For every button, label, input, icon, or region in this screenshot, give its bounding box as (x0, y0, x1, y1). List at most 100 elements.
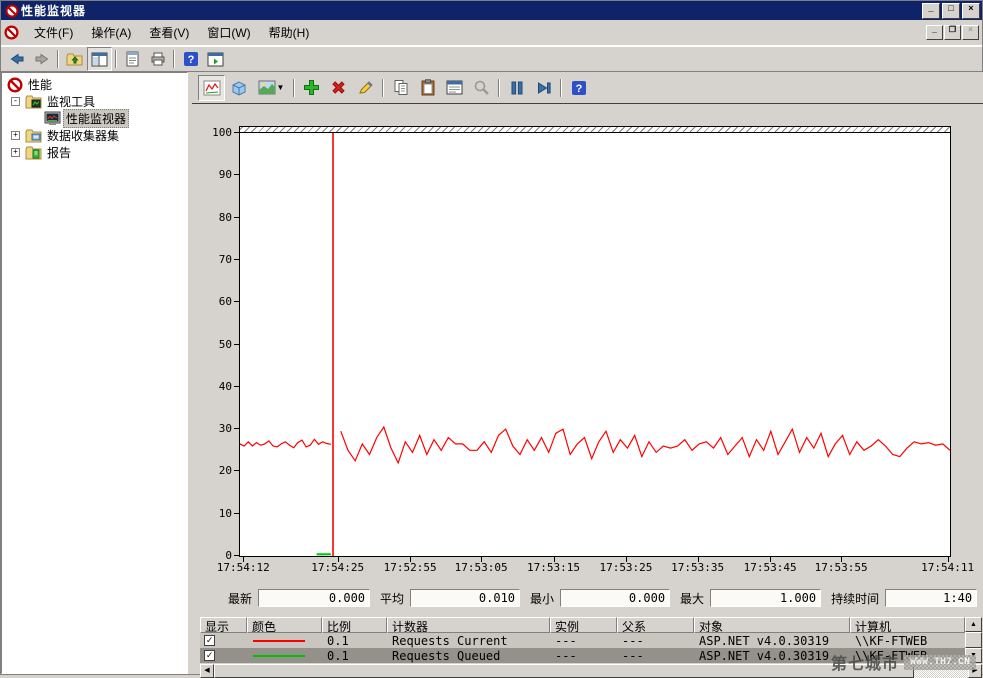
toolbar-separator (293, 79, 295, 97)
x-tick-mark (481, 557, 482, 562)
tree-root-performance[interactable]: 性能 (2, 76, 187, 93)
show-checkbox[interactable]: ✓ (204, 650, 215, 661)
column-header-0[interactable]: 显示 (200, 617, 247, 633)
tree-item-reports[interactable]: + 报告 (2, 144, 187, 161)
y-tick-mark (234, 344, 239, 345)
counter-cell: Requests Current (387, 633, 550, 648)
column-header-4[interactable]: 实例 (550, 617, 617, 633)
y-tick-mark (234, 217, 239, 218)
mdi-restore-button[interactable]: ❐ (944, 25, 961, 40)
show-console-tree-icon[interactable] (87, 47, 112, 71)
y-tick-label: 90 (192, 168, 232, 181)
stat-maximum-label: 最大 (680, 590, 704, 607)
computer-cell: \\KF-FTWEB (850, 633, 965, 648)
highlight-icon[interactable] (352, 75, 379, 101)
y-tick-label: 70 (192, 253, 232, 266)
scroll-up-icon[interactable]: ▲ (965, 617, 982, 632)
scale-cell: 0.1 (322, 633, 387, 648)
forward-icon[interactable] (29, 47, 54, 71)
tree-item-monitoring-tools[interactable]: - 监视工具 (2, 93, 187, 110)
tree-item-performance-monitor[interactable]: 性能监视器 (2, 110, 187, 127)
view-current-activity-icon[interactable] (198, 75, 225, 101)
series-line-requests-current (341, 427, 950, 463)
x-tick-label: 17:53:35 (671, 561, 724, 574)
print-icon[interactable] (145, 47, 170, 71)
menu-view[interactable]: 查看(V) (140, 21, 198, 44)
stat-average-label: 平均 (380, 590, 404, 607)
maximize-button[interactable]: □ (942, 3, 960, 19)
x-tick-mark (841, 557, 842, 562)
column-header-7[interactable]: 计算机 (850, 617, 965, 633)
x-tick-mark (410, 557, 411, 562)
y-tick-mark (234, 555, 239, 556)
x-tick-mark (554, 557, 555, 562)
expand-icon[interactable]: + (11, 131, 20, 140)
stat-duration-value: 1:40 (885, 589, 977, 607)
delete-counter-icon[interactable] (325, 75, 352, 101)
y-tick-mark (234, 470, 239, 471)
column-header-1[interactable]: 颜色 (247, 617, 322, 633)
column-header-3[interactable]: 计数器 (387, 617, 550, 633)
expand-icon[interactable]: + (11, 148, 20, 157)
x-tick-label: 17:52:55 (384, 561, 437, 574)
show-action-pane-icon[interactable] (203, 47, 228, 71)
x-tick-label: 17:53:15 (527, 561, 580, 574)
show-checkbox[interactable]: ✓ (204, 635, 215, 646)
chart-help-icon[interactable]: ? (565, 75, 592, 101)
x-tick-label: 17:53:45 (744, 561, 797, 574)
column-header-6[interactable]: 对象 (694, 617, 850, 633)
x-tick-mark (338, 557, 339, 562)
minimize-button[interactable]: _ (922, 3, 940, 19)
x-tick-mark (626, 557, 627, 562)
y-tick-label: 20 (192, 464, 232, 477)
y-tick-mark (234, 132, 239, 133)
paste-counter-list-icon[interactable] (414, 75, 441, 101)
y-tick-mark (234, 259, 239, 260)
collapse-icon[interactable]: - (11, 97, 20, 106)
y-tick-label: 80 (192, 211, 232, 224)
svg-text:?: ? (187, 54, 194, 66)
view-log-data-icon[interactable] (225, 75, 252, 101)
column-header-2[interactable]: 比例 (322, 617, 387, 633)
mdi-window-buttons: _ ❐ × (925, 25, 979, 40)
chart-plot-area[interactable] (239, 132, 951, 557)
close-button[interactable]: × (962, 3, 980, 19)
svg-text:?: ? (575, 83, 582, 95)
back-icon[interactable] (4, 47, 29, 71)
change-graph-type-icon[interactable]: ▼ (252, 75, 290, 101)
menu-help[interactable]: 帮助(H) (260, 21, 319, 44)
update-data-icon[interactable] (530, 75, 557, 101)
up-folder-icon[interactable] (62, 47, 87, 71)
chart-properties-icon[interactable] (441, 75, 468, 101)
y-tick-mark (234, 386, 239, 387)
series-color-swatch (253, 655, 305, 657)
chart-toolbar: ▼ (192, 72, 983, 104)
menu-action[interactable]: 操作(A) (82, 21, 140, 44)
color-cell (247, 648, 322, 663)
stat-average-value: 0.010 (410, 589, 520, 607)
help-icon[interactable]: ? (178, 47, 203, 71)
mdi-minimize-button[interactable]: _ (926, 25, 943, 40)
menu-bar: 文件(F) 操作(A) 查看(V) 窗口(W) 帮助(H) _ ❐ × (1, 20, 982, 46)
stat-maximum-value: 1.000 (710, 589, 821, 607)
menu-file[interactable]: 文件(F) (25, 21, 82, 44)
mdi-close-button: × (962, 25, 979, 40)
freeze-display-icon[interactable] (503, 75, 530, 101)
tree-item-data-collector-sets[interactable]: + 数据收集器集 (2, 127, 187, 144)
scrollbar-thumb[interactable] (965, 632, 982, 648)
scale-cell: 0.1 (322, 648, 387, 663)
value-bar: 最新 0.000 平均 0.010 最小 0.000 最大 1.000 持续时间… (218, 589, 977, 607)
add-counter-icon[interactable] (298, 75, 325, 101)
scroll-left-icon[interactable]: ◀ (200, 664, 214, 678)
table-row[interactable]: ✓0.1Requests Current------ASP.NET v4.0.3… (200, 633, 965, 648)
y-tick-label: 50 (192, 338, 232, 351)
y-tick-label: 10 (192, 507, 232, 520)
main-toolbar: ? (1, 46, 982, 72)
properties-icon[interactable] (120, 47, 145, 71)
copy-properties-icon[interactable] (387, 75, 414, 101)
menu-window[interactable]: 窗口(W) (198, 21, 259, 44)
x-tick-label: 17:53:25 (599, 561, 652, 574)
column-header-5[interactable]: 父系 (617, 617, 694, 633)
folder-network-icon (25, 128, 42, 143)
scrollbar-thumb[interactable] (214, 664, 914, 678)
